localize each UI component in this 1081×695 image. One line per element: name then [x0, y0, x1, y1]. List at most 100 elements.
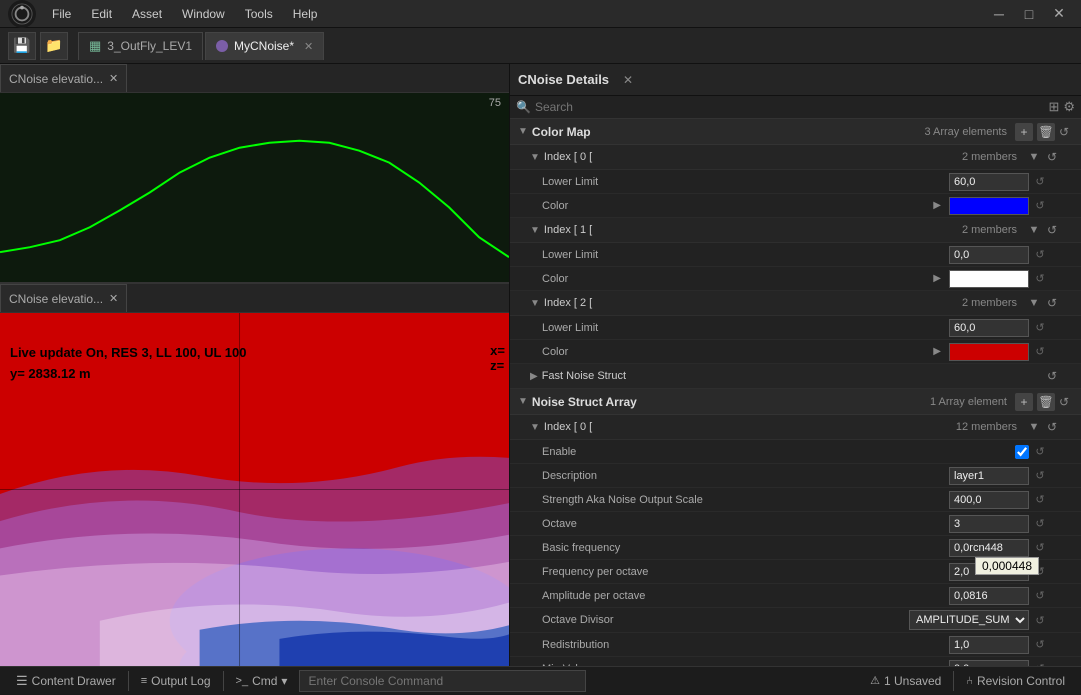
content-drawer-button[interactable]: ☰ Content Drawer [8, 667, 124, 695]
index0-lower-limit-reset-icon[interactable]: ↺ [1031, 173, 1049, 191]
console-input[interactable] [299, 670, 585, 692]
overlay-line2: y= 2838.12 m [10, 364, 247, 385]
amp-per-octave-input[interactable] [949, 587, 1029, 605]
noise-index0-title: Index [ 0 [ [544, 421, 956, 433]
gear-icon[interactable]: ⚙ [1063, 99, 1075, 115]
tab-close-icon[interactable]: ✕ [304, 40, 313, 53]
index0-badge: 2 members [962, 151, 1017, 163]
panel-header: CNoise Details ✕ [510, 64, 1081, 96]
freq-per-octave-input[interactable] [949, 563, 1029, 581]
index2-lower-limit-value [949, 319, 1029, 337]
index1-reset-button[interactable]: ↺ [1043, 221, 1061, 239]
min-value-reset-icon[interactable]: ↺ [1031, 660, 1049, 667]
index0-color-swatch[interactable] [949, 197, 1029, 215]
index0-reset-button[interactable]: ↺ [1043, 148, 1061, 166]
strength-reset-icon[interactable]: ↺ [1031, 491, 1049, 509]
index2-title: Index [ 2 [ [544, 297, 962, 309]
noise-index0-header[interactable]: ▼ Index [ 0 [ 12 members ▼ ↺ [510, 415, 1081, 440]
index2-lower-limit-input[interactable] [949, 319, 1029, 337]
left-tab-bottom-close[interactable]: ✕ [109, 292, 118, 305]
color-map-badge: 3 Array elements [924, 126, 1007, 138]
maximize-button[interactable]: □ [1015, 3, 1043, 25]
menu-tools[interactable]: Tools [237, 5, 281, 23]
enable-checkbox[interactable] [1015, 445, 1029, 459]
browse-button[interactable]: 📁 [40, 32, 68, 60]
left-tab-top[interactable]: CNoise elevatio... ✕ [0, 64, 127, 92]
menu-window[interactable]: Window [174, 5, 233, 23]
color-map-index1-header[interactable]: ▼ Index [ 1 [ 2 members ▼ ↺ [510, 218, 1081, 243]
menu-asset[interactable]: Asset [124, 5, 170, 23]
index1-expand-icon[interactable]: ▼ [1025, 221, 1043, 239]
strength-input[interactable] [949, 491, 1029, 509]
content-drawer-icon: ☰ [16, 673, 28, 689]
redistribution-reset-icon[interactable]: ↺ [1031, 636, 1049, 654]
save-button[interactable]: 💾 [8, 32, 36, 60]
octave-divisor-select[interactable]: AMPLITUDE_SUM MAX MIN [909, 610, 1029, 630]
menu-edit[interactable]: Edit [83, 5, 120, 23]
octave-reset-icon[interactable]: ↺ [1031, 515, 1049, 533]
index2-color-swatch[interactable] [949, 343, 1029, 361]
color-map-remove-button[interactable]: 🗑 [1037, 123, 1055, 141]
unsaved-button[interactable]: ⚠ 1 Unsaved [862, 667, 949, 695]
description-value [949, 467, 1029, 485]
grid-icon[interactable]: ⊞ [1048, 99, 1059, 115]
noise-struct-remove-button[interactable]: 🗑 [1037, 393, 1055, 411]
description-reset-icon[interactable]: ↺ [1031, 467, 1049, 485]
noise-index0-expand-icon[interactable]: ▼ [1025, 418, 1043, 436]
noise-struct-add-button[interactable]: + [1015, 393, 1033, 411]
output-log-button[interactable]: ≡ Output Log [133, 667, 219, 695]
strength-value [949, 491, 1029, 509]
index1-color-row: Color ▶ ↺ [510, 267, 1081, 291]
basic-freq-reset-icon[interactable]: ↺ [1031, 539, 1049, 557]
noise-struct-badge: 1 Array element [930, 396, 1007, 408]
index2-expand-icon[interactable]: ▼ [1025, 294, 1043, 312]
menu-help[interactable]: Help [285, 5, 326, 23]
index1-color-swatch[interactable] [949, 270, 1029, 288]
index1-lower-limit-reset-icon[interactable]: ↺ [1031, 246, 1049, 264]
left-tab-top-close[interactable]: ✕ [109, 72, 118, 85]
color-map-reset-button[interactable]: ↺ [1055, 123, 1073, 141]
left-tab-bottom[interactable]: CNoise elevatio... ✕ [0, 284, 127, 312]
index1-lower-limit-input[interactable] [949, 246, 1029, 264]
index0-expand-icon[interactable]: ▼ [1025, 148, 1043, 166]
index2-reset-button[interactable]: ↺ [1043, 294, 1061, 312]
search-input[interactable] [535, 100, 1044, 114]
noise-struct-reset-button[interactable]: ↺ [1055, 393, 1073, 411]
color-map-index2-header[interactable]: ▼ Index [ 2 [ 2 members ▼ ↺ [510, 291, 1081, 316]
octave-input[interactable] [949, 515, 1029, 533]
amp-per-octave-reset-icon[interactable]: ↺ [1031, 587, 1049, 605]
index0-color-reset-icon[interactable]: ↺ [1031, 197, 1049, 215]
fast-noise-reset-button[interactable]: ↺ [1043, 367, 1061, 385]
panel-close-icon[interactable]: ✕ [623, 73, 633, 87]
noise-index0-reset-button[interactable]: ↺ [1043, 418, 1061, 436]
menu-file[interactable]: File [44, 5, 79, 23]
color-map-section-header[interactable]: ▼ Color Map 3 Array elements + 🗑 ↺ [510, 119, 1081, 145]
index0-lower-limit-input[interactable] [949, 173, 1029, 191]
cmd-button[interactable]: >_ Cmd ▾ [228, 667, 296, 695]
noise-struct-array-header[interactable]: ▼ Noise Struct Array 1 Array element + 🗑… [510, 389, 1081, 415]
minimize-button[interactable]: ─ [985, 3, 1013, 25]
color-map-index0-header[interactable]: ▼ Index [ 0 [ 2 members ▼ ↺ [510, 145, 1081, 170]
index0-title: Index [ 0 [ [544, 151, 962, 163]
index0-color-row: Color ▶ ↺ [510, 194, 1081, 218]
index1-color-reset-icon[interactable]: ↺ [1031, 270, 1049, 288]
tab-map[interactable]: ▦ 3_OutFly_LEV1 [78, 32, 203, 60]
tab-cnoise[interactable]: MyCNoise* ✕ [205, 32, 324, 60]
status-bar: ☰ Content Drawer ≡ Output Log >_ Cmd ▾ ⚠… [0, 666, 1081, 694]
fast-noise-row[interactable]: ▶ Fast Noise Struct ↺ [510, 364, 1081, 389]
octave-divisor-reset-icon[interactable]: ↺ [1031, 611, 1049, 629]
status-sep3 [953, 671, 954, 691]
min-value-input[interactable] [949, 660, 1029, 667]
description-input[interactable] [949, 467, 1029, 485]
color-map-add-button[interactable]: + [1015, 123, 1033, 141]
freq-per-octave-reset-icon[interactable]: ↺ [1031, 563, 1049, 581]
index2-lower-limit-reset-icon[interactable]: ↺ [1031, 319, 1049, 337]
index2-color-reset-icon[interactable]: ↺ [1031, 343, 1049, 361]
index2-color-label: Color [542, 346, 933, 358]
revision-control-button[interactable]: ⑃ Revision Control [958, 667, 1073, 695]
basic-freq-input[interactable] [949, 539, 1029, 557]
enable-reset-icon[interactable]: ↺ [1031, 443, 1049, 461]
index2-badge: 2 members [962, 297, 1017, 309]
redistribution-input[interactable] [949, 636, 1029, 654]
close-button[interactable]: ✕ [1045, 3, 1073, 25]
